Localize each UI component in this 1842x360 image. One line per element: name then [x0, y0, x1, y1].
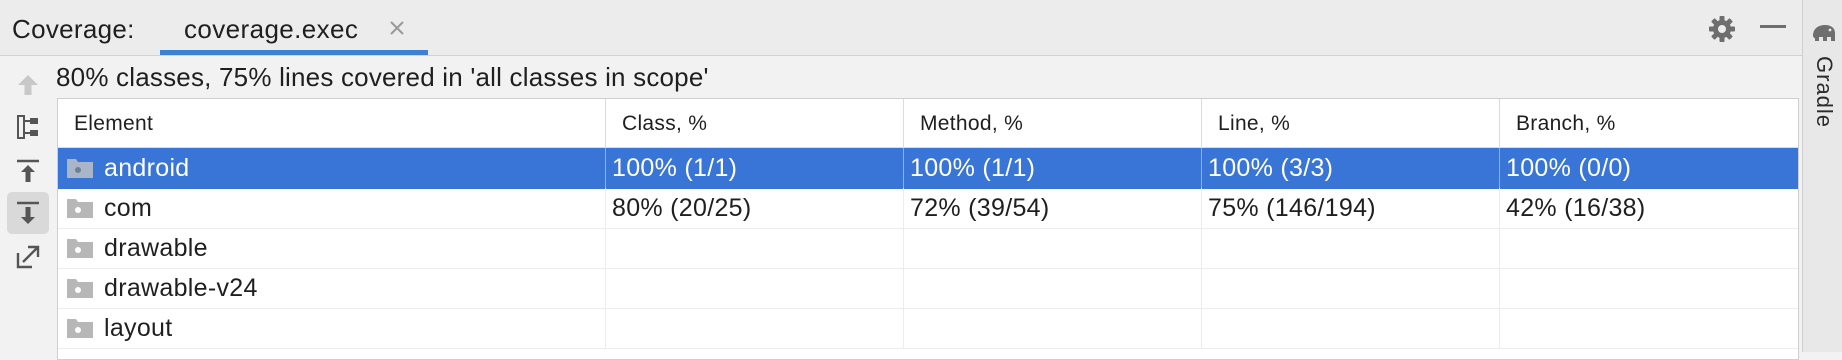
open-external-button[interactable]	[7, 236, 49, 278]
line-coverage-cell	[1202, 268, 1500, 308]
branch-coverage-cell: 42% (16/38)	[1506, 194, 1646, 222]
table-row[interactable]: drawable	[58, 228, 1798, 269]
minimize-icon[interactable]	[1760, 25, 1786, 28]
element-cell: layout	[58, 308, 606, 348]
element-name: android	[104, 154, 190, 182]
coverage-toolwindow-header: Coverage: coverage.exec	[0, 0, 1802, 56]
table-row[interactable]: android 100% (1/1) 100% (1/1) 100% (3/3)…	[58, 148, 1798, 189]
element-cell: drawable	[58, 228, 606, 268]
line-coverage-cell	[1202, 308, 1500, 348]
column-header-class[interactable]: Class, %	[606, 99, 904, 147]
method-coverage-cell	[904, 228, 1202, 268]
class-coverage-cell	[606, 308, 904, 348]
table-row[interactable]: layout	[58, 308, 1798, 349]
import-button[interactable]	[7, 150, 49, 192]
line-coverage-cell	[1202, 228, 1500, 268]
method-coverage-cell	[904, 308, 1202, 348]
package-folder-icon	[67, 319, 93, 338]
gradle-label: Gradle	[1812, 56, 1837, 129]
gradle-side-panel[interactable]: Gradle	[1802, 0, 1842, 352]
close-icon[interactable]	[386, 17, 408, 39]
toolwindow-title: Coverage:	[12, 14, 135, 44]
export-down-icon	[17, 201, 39, 224]
column-header-line[interactable]: Line, %	[1202, 99, 1500, 147]
column-header-branch[interactable]: Branch, %	[1500, 99, 1798, 147]
class-coverage-cell	[606, 268, 904, 308]
element-name: com	[104, 194, 153, 222]
left-toolbar	[0, 56, 56, 352]
method-coverage-cell	[904, 268, 1202, 308]
import-icon	[17, 159, 39, 182]
package-folder-icon	[67, 159, 93, 178]
column-header-element[interactable]: Element	[58, 99, 606, 147]
branch-coverage-cell	[1500, 308, 1798, 348]
branch-coverage-cell: 100% (0/0)	[1506, 154, 1632, 182]
element-name: layout	[104, 314, 173, 342]
package-folder-icon	[67, 279, 93, 298]
method-coverage-cell: 100% (1/1)	[904, 148, 1202, 188]
class-coverage-cell: 100% (1/1)	[606, 148, 904, 188]
export-button[interactable]	[7, 192, 49, 234]
tab-coverage-exec[interactable]: coverage.exec	[160, 0, 428, 55]
open-external-icon	[16, 245, 40, 269]
table-row[interactable]: com 80% (20/25) 72% (39/54) 75% (146/194…	[58, 188, 1798, 229]
column-header-method[interactable]: Method, %	[904, 99, 1202, 147]
coverage-table[interactable]: Element Class, % Method, % Line, % Branc…	[57, 98, 1799, 360]
method-coverage-cell: 72% (39/54)	[904, 188, 1202, 228]
flatten-packages-icon	[17, 115, 38, 139]
element-name: drawable-v24	[104, 274, 258, 302]
arrow-up-icon	[18, 75, 38, 95]
element-name: drawable	[104, 234, 208, 262]
element-cell: com	[58, 188, 606, 228]
branch-coverage-cell	[1500, 228, 1798, 268]
package-folder-icon	[67, 199, 93, 218]
coverage-summary: 80% classes, 75% lines covered in 'all c…	[56, 62, 709, 92]
package-folder-icon	[67, 239, 93, 258]
active-tab-indicator	[160, 50, 428, 55]
table-row[interactable]: drawable-v24	[58, 268, 1798, 309]
table-header: Element Class, % Method, % Line, % Branc…	[58, 99, 1798, 148]
branch-coverage-cell	[1500, 268, 1798, 308]
line-coverage-cell: 100% (3/3)	[1202, 148, 1500, 188]
flatten-packages-button[interactable]	[7, 106, 49, 148]
elephant-icon	[1813, 25, 1835, 41]
class-coverage-cell	[606, 228, 904, 268]
gear-icon[interactable]	[1707, 14, 1737, 44]
class-coverage-cell: 80% (20/25)	[606, 188, 904, 228]
element-cell: drawable-v24	[58, 268, 606, 308]
navigate-up-button[interactable]	[7, 64, 49, 106]
element-cell: android	[58, 148, 606, 188]
line-coverage-cell: 75% (146/194)	[1202, 188, 1500, 228]
